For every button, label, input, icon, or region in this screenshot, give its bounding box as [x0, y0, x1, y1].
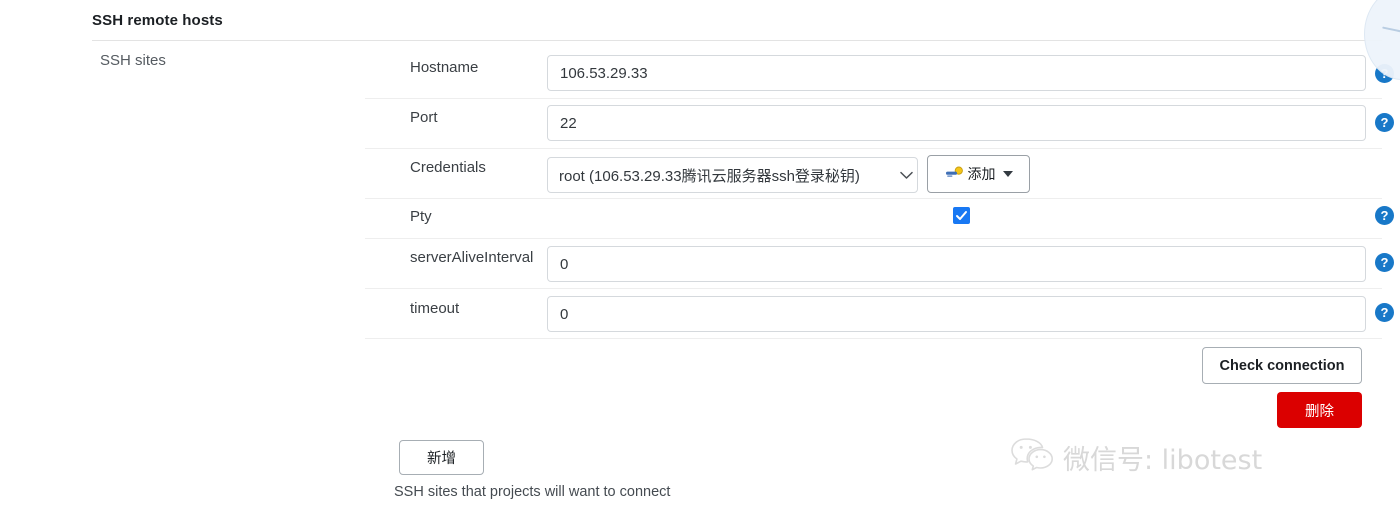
- caret-down-icon: [1002, 171, 1013, 177]
- help-icon-pty[interactable]: ?: [1375, 206, 1394, 225]
- row-divider: [365, 238, 1382, 239]
- page-title: SSH remote hosts: [92, 12, 223, 29]
- row-divider: [365, 148, 1382, 149]
- cursor-artifact: [1364, 0, 1400, 80]
- check-connection-button[interactable]: Check connection: [1202, 347, 1362, 384]
- credentials-select[interactable]: root (106.53.29.33腾讯云服务器ssh登录秘钥): [547, 157, 918, 193]
- add-site-button[interactable]: 新增: [399, 440, 484, 475]
- row-divider: [365, 288, 1382, 289]
- label-timeout: timeout: [410, 300, 460, 317]
- label-port: Port: [410, 109, 438, 126]
- row-divider: [365, 98, 1382, 99]
- checkmark-icon: [956, 211, 967, 220]
- row-divider: [365, 338, 1382, 339]
- label-credentials: Credentials: [410, 159, 486, 176]
- watermark: 微信号: libotest: [1010, 436, 1262, 479]
- key-icon: [945, 166, 964, 183]
- row-divider: [365, 198, 1382, 199]
- group-label-ssh-sites: SSH sites: [100, 52, 166, 69]
- help-icon-serveraliveinterval[interactable]: ?: [1375, 253, 1394, 272]
- header-divider: [92, 40, 1382, 41]
- label-pty: Pty: [410, 208, 432, 225]
- timeout-input[interactable]: [547, 296, 1366, 332]
- help-icon-port[interactable]: ?: [1375, 113, 1394, 132]
- watermark-text: 微信号: libotest: [1063, 445, 1263, 476]
- label-serveraliveinterval: serverAliveInterval: [410, 249, 534, 266]
- hostname-input[interactable]: [547, 55, 1366, 91]
- add-credential-label: 添加: [967, 166, 996, 182]
- credentials-select-value: root (106.53.29.33腾讯云服务器ssh登录秘钥): [559, 167, 860, 185]
- label-hostname: Hostname: [410, 59, 479, 76]
- help-icon-timeout[interactable]: ?: [1375, 303, 1394, 322]
- port-input[interactable]: [547, 105, 1366, 141]
- serveraliveinterval-input[interactable]: [547, 246, 1366, 282]
- footer-hint: SSH sites that projects will want to con…: [394, 484, 671, 500]
- wechat-icon: [1010, 436, 1054, 479]
- chevron-down-icon: [895, 171, 917, 180]
- add-credential-button[interactable]: 添加: [927, 155, 1030, 193]
- pty-checkbox[interactable]: [953, 207, 970, 224]
- delete-button[interactable]: 删除: [1277, 392, 1362, 428]
